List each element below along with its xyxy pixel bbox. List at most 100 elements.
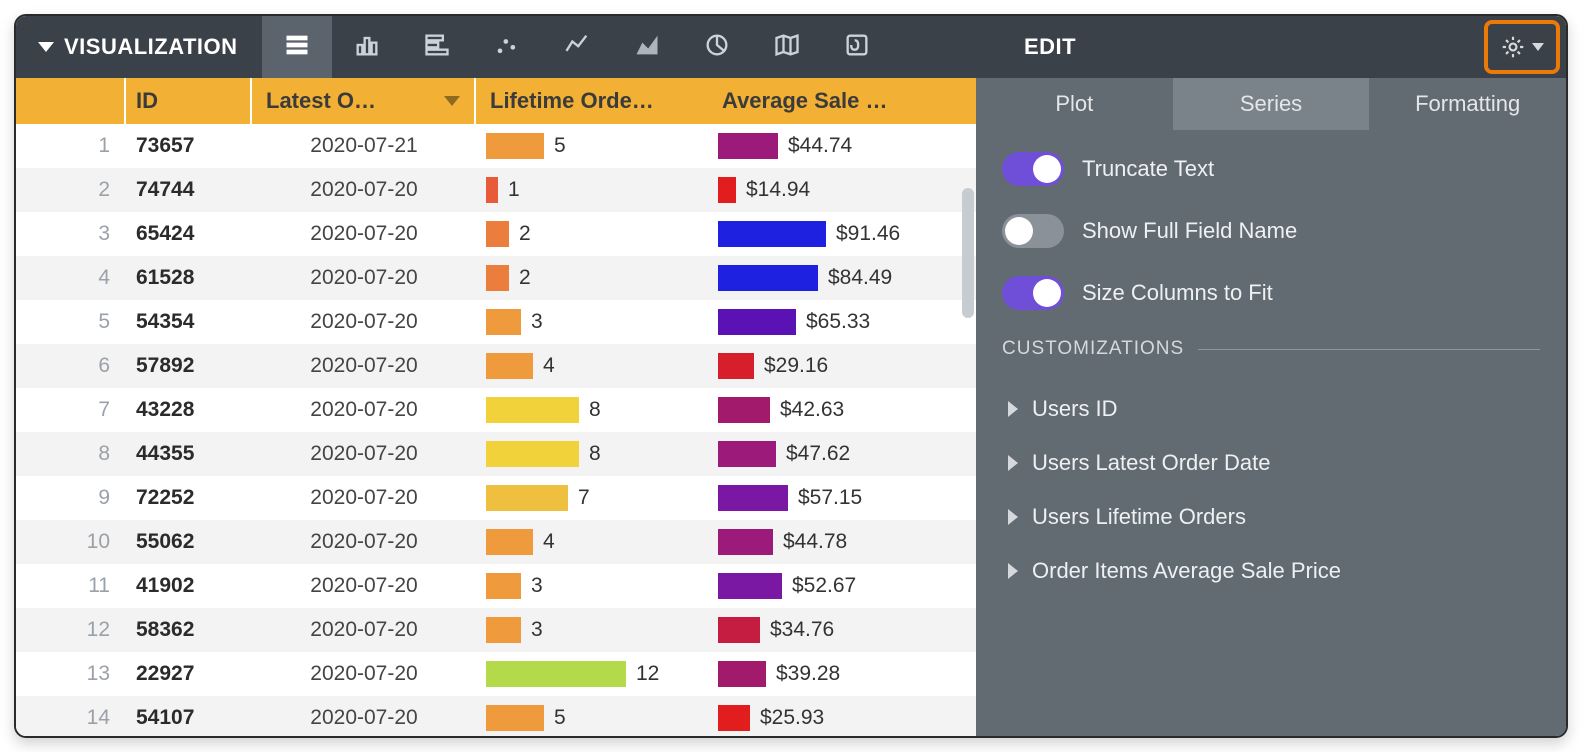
switch-sizefit[interactable] (1002, 276, 1064, 310)
orders-bar (486, 309, 521, 335)
avg-value: $47.62 (786, 442, 850, 466)
orders-bar (486, 485, 568, 511)
customization-item[interactable]: Users ID (1002, 382, 1540, 436)
orders-value: 5 (554, 706, 566, 730)
avg-bar (718, 397, 770, 423)
table-row[interactable]: 9722522020-07-207$57.15 (16, 476, 976, 520)
avg-bar (718, 441, 776, 467)
col-rownum[interactable] (16, 78, 126, 124)
cell-latest-order: 2020-07-20 (252, 432, 476, 476)
bar-chart-vis-button[interactable] (402, 16, 472, 78)
cell-id: 72252 (126, 476, 252, 520)
col-lifetime-orders-label: Lifetime Orde… (490, 88, 654, 114)
col-average-sale[interactable]: Average Sale … (708, 78, 976, 124)
map-vis-button[interactable] (752, 16, 822, 78)
cell-id: 22927 (126, 652, 252, 696)
tab-series-label: Series (1240, 91, 1302, 117)
line-vis-button[interactable] (542, 16, 612, 78)
tab-formatting[interactable]: Formatting (1369, 78, 1566, 130)
cell-lifetime-orders: 8 (476, 432, 708, 476)
panel-body: Truncate TextShow Full Field NameSize Co… (976, 130, 1566, 736)
edit-label: EDIT (1004, 16, 1484, 78)
cell-latest-order: 2020-07-20 (252, 652, 476, 696)
table-row[interactable]: 10550622020-07-204$44.78 (16, 520, 976, 564)
table-row[interactable]: 13229272020-07-2012$39.28 (16, 652, 976, 696)
avg-bar (718, 133, 778, 159)
visualization-toggle[interactable]: VISUALIZATION (16, 16, 262, 78)
row-number: 9 (16, 476, 126, 520)
orders-value: 7 (578, 486, 590, 510)
chevron-right-icon (1008, 455, 1018, 471)
single-value-vis-button[interactable] (822, 16, 892, 78)
table-row[interactable]: 5543542020-07-203$65.33 (16, 300, 976, 344)
avg-bar (718, 485, 788, 511)
customization-item[interactable]: Order Items Average Sale Price (1002, 544, 1540, 598)
table-row[interactable]: 7432282020-07-208$42.63 (16, 388, 976, 432)
row-number: 5 (16, 300, 126, 344)
customizations-header: CUSTOMIZATIONS (1002, 338, 1540, 360)
cell-lifetime-orders: 4 (476, 520, 708, 564)
scatter-vis-button[interactable] (472, 16, 542, 78)
customization-item[interactable]: Users Latest Order Date (1002, 436, 1540, 490)
col-id[interactable]: ID (126, 78, 252, 124)
avg-bar (718, 353, 754, 379)
column-chart-vis-button[interactable] (332, 16, 402, 78)
row-number: 13 (16, 652, 126, 696)
pie-icon (703, 31, 731, 64)
tab-plot[interactable]: Plot (976, 78, 1173, 130)
avg-bar (718, 221, 826, 247)
cell-latest-order: 2020-07-20 (252, 168, 476, 212)
cell-id: 61528 (126, 256, 252, 300)
column-chart-icon (353, 31, 381, 64)
avg-value: $65.33 (806, 310, 870, 334)
customizations-label: CUSTOMIZATIONS (1002, 338, 1184, 360)
cell-id: 65424 (126, 212, 252, 256)
gear-icon (1500, 34, 1526, 60)
switch-fullfield[interactable] (1002, 214, 1064, 248)
row-number: 6 (16, 344, 126, 388)
col-lifetime-orders[interactable]: Lifetime Orde… (476, 78, 708, 124)
col-latest-order[interactable]: Latest O… (252, 78, 476, 124)
orders-bar (486, 441, 579, 467)
bar-chart-icon (423, 31, 451, 64)
orders-value: 8 (589, 398, 601, 422)
table-row[interactable]: 2747442020-07-201$14.94 (16, 168, 976, 212)
table-row[interactable]: 14541072020-07-205$25.93 (16, 696, 976, 736)
table-row[interactable]: 3654242020-07-202$91.46 (16, 212, 976, 256)
cell-latest-order: 2020-07-20 (252, 388, 476, 432)
row-number: 7 (16, 388, 126, 432)
customization-item[interactable]: Users Lifetime Orders (1002, 490, 1540, 544)
settings-button[interactable] (1484, 20, 1560, 74)
orders-value: 3 (531, 618, 543, 642)
table-row[interactable]: 12583622020-07-203$34.76 (16, 608, 976, 652)
cell-average-sale: $52.67 (708, 564, 976, 608)
switch-truncate[interactable] (1002, 152, 1064, 186)
map-icon (773, 31, 801, 64)
tab-series[interactable]: Series (1173, 78, 1370, 130)
orders-value: 8 (589, 442, 601, 466)
table-row[interactable]: 6578922020-07-204$29.16 (16, 344, 976, 388)
avg-value: $44.78 (783, 530, 847, 554)
table-row[interactable]: 8443552020-07-208$47.62 (16, 432, 976, 476)
cell-id: 43228 (126, 388, 252, 432)
cell-latest-order: 2020-07-20 (252, 256, 476, 300)
avg-value: $25.93 (760, 706, 824, 730)
scrollbar-thumb[interactable] (962, 188, 974, 318)
row-number: 14 (16, 696, 126, 736)
vis-type-strip (262, 16, 892, 78)
area-vis-button[interactable] (612, 16, 682, 78)
cell-average-sale: $44.74 (708, 124, 976, 168)
pie-vis-button[interactable] (682, 16, 752, 78)
cell-average-sale: $39.28 (708, 652, 976, 696)
toggle-truncate: Truncate Text (1002, 152, 1540, 186)
cell-lifetime-orders: 3 (476, 300, 708, 344)
row-number: 12 (16, 608, 126, 652)
table-vis-button[interactable] (262, 16, 332, 78)
col-latest-order-label: Latest O… (266, 88, 376, 114)
table-row[interactable]: 11419022020-07-203$52.67 (16, 564, 976, 608)
orders-value: 4 (543, 530, 555, 554)
avg-bar (718, 177, 736, 203)
table-row[interactable]: 4615282020-07-202$84.49 (16, 256, 976, 300)
table-row[interactable]: 1736572020-07-215$44.74 (16, 124, 976, 168)
avg-bar (718, 529, 773, 555)
